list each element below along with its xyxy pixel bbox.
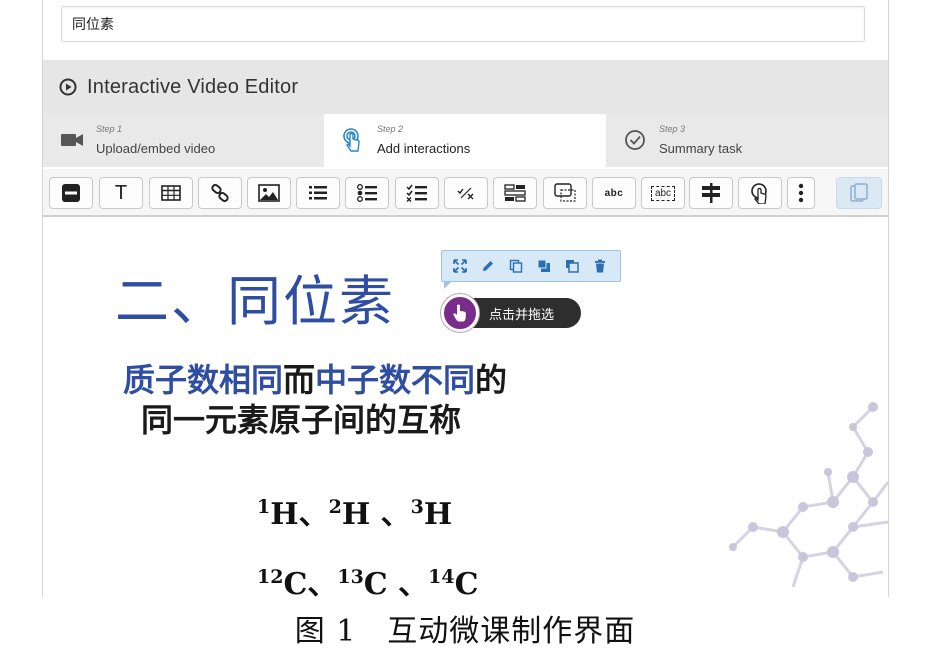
drag-text-label: abc	[650, 185, 676, 201]
multiple-choice-button[interactable]	[395, 177, 439, 209]
step-number: Step 2	[377, 124, 404, 134]
element-symbol: C	[283, 567, 308, 597]
tab-step-3[interactable]: Step 3 Summary task	[606, 114, 888, 167]
more-vertical-icon	[798, 183, 804, 203]
mass-number: 3	[410, 496, 424, 518]
find-hotspot-button[interactable]	[543, 177, 587, 209]
step-number: Step 1	[96, 124, 123, 134]
navigation-hotspot-button[interactable]	[738, 177, 782, 209]
label-icon	[62, 184, 80, 202]
element-symbol: H	[270, 497, 299, 532]
drag-tooltip: 点击并拖选	[441, 294, 581, 332]
play-circle-icon	[59, 78, 77, 96]
element-symbol: H	[423, 497, 453, 532]
paste-button[interactable]	[836, 177, 882, 209]
figure-caption: 图 1 互动微课制作界面	[294, 614, 636, 649]
table-icon	[161, 185, 181, 201]
step-label: Add interactions	[377, 141, 471, 156]
statements-button[interactable]	[296, 177, 340, 209]
definition-part: 中子数不同	[315, 361, 476, 399]
label-button[interactable]	[49, 177, 93, 209]
element-toolbar	[441, 250, 621, 289]
drag-drop-icon	[504, 184, 526, 202]
delete-icon[interactable]	[593, 259, 607, 273]
fill-in-blanks-label: abc	[604, 187, 624, 199]
video-camera-icon	[61, 134, 83, 146]
mass-number: 2	[328, 496, 342, 518]
hotspot-icon	[554, 183, 576, 202]
true-false-icon	[457, 187, 474, 200]
tab-step-2[interactable]: Step 2 Add interactions	[324, 114, 606, 167]
separator: 、	[380, 497, 411, 532]
copy-icon[interactable]	[509, 259, 523, 273]
drag-text-button[interactable]: abc	[641, 177, 685, 209]
step-number: Step 3	[659, 124, 686, 134]
definition-part: 的	[475, 361, 508, 399]
mass-number: 1	[257, 496, 271, 518]
check-circle-icon	[625, 130, 645, 150]
paste-icon	[850, 183, 868, 202]
list-icon	[309, 186, 327, 200]
element-symbol: H	[341, 497, 371, 532]
slide-title: 二、同位素	[115, 270, 395, 333]
editor-frame: 同位素 Interactive Video Editor Step 1 Uplo…	[42, 0, 889, 597]
video-canvas[interactable]: 二、同位素 质子数相同而中子数不同的 同一元素原子间的互称 1H、2H 、3H …	[43, 217, 888, 597]
more-button[interactable]	[787, 177, 815, 209]
tab-step-1[interactable]: Step 1 Upload/embed video	[43, 114, 324, 167]
hydrogen-isotopes: 1H、2H 、3H	[257, 489, 452, 533]
tooltip-text: 点击并拖选	[489, 308, 555, 323]
mass-number: 13	[337, 566, 364, 588]
mass-number: 14	[428, 566, 455, 588]
separator: 、	[298, 497, 329, 532]
title-section: 同位素	[43, 0, 888, 58]
interaction-toolbar: T abc abc	[43, 169, 888, 217]
checklist-icon	[406, 184, 427, 202]
hand-pointer-icon	[453, 304, 466, 322]
element-symbol: C	[454, 567, 479, 597]
edit-icon[interactable]	[481, 259, 495, 273]
single-choice-icon	[357, 184, 377, 202]
molecule-decoration	[729, 402, 888, 588]
step-label: Summary task	[659, 141, 743, 156]
editor-title: Interactive Video Editor	[87, 75, 299, 98]
true-false-button[interactable]	[444, 177, 488, 209]
table-button[interactable]	[149, 177, 193, 209]
separator: 、	[307, 567, 338, 597]
signpost-icon	[702, 183, 720, 203]
image-button[interactable]	[247, 177, 291, 209]
separator: 、	[398, 567, 429, 597]
mass-number: 12	[257, 566, 284, 588]
title-input[interactable]: 同位素	[61, 6, 865, 42]
single-choice-button[interactable]	[345, 177, 389, 209]
step-label: Upload/embed video	[96, 141, 216, 156]
crossroads-button[interactable]	[689, 177, 733, 209]
link-icon	[211, 184, 229, 202]
fill-in-blanks-button[interactable]: abc	[592, 177, 636, 209]
link-button[interactable]	[198, 177, 242, 209]
navigation-hotspot-icon	[751, 183, 767, 204]
definition-line-2: 同一元素原子间的互称	[141, 401, 462, 439]
definition-part: 质子数相同	[123, 361, 284, 399]
image-icon	[258, 184, 280, 202]
send-to-back-icon[interactable]	[565, 259, 579, 273]
fullscreen-icon[interactable]	[453, 259, 467, 273]
text-button[interactable]: T	[99, 177, 143, 209]
hand-pointer-circle	[441, 294, 479, 332]
bring-to-front-icon[interactable]	[537, 259, 551, 273]
editor-header: Interactive Video Editor	[43, 60, 888, 114]
touch-icon	[343, 128, 360, 152]
drag-and-drop-button[interactable]	[493, 177, 537, 209]
carbon-isotopes: 12C、13C 、14C	[257, 559, 478, 597]
step-tabs: Step 1 Upload/embed video Step 2 Add int…	[43, 114, 888, 167]
definition-part: 而	[283, 361, 316, 399]
element-symbol: C	[363, 567, 388, 597]
